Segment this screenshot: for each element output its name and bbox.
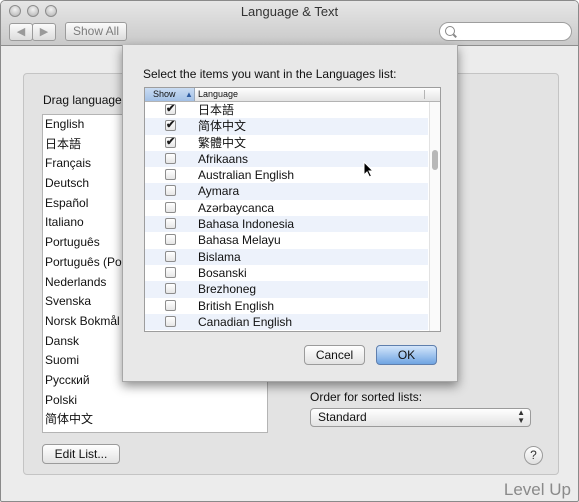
show-all-button[interactable]: Show All [65, 22, 127, 41]
sort-ascending-icon: ▲ [185, 90, 193, 99]
sort-order-value: Standard [318, 410, 367, 424]
table-row[interactable]: Azərbaycanca [145, 200, 428, 216]
show-checkbox[interactable] [165, 218, 176, 230]
table-row[interactable]: ✔ 简体中文 [145, 118, 428, 135]
search-field[interactable] [439, 22, 572, 41]
table-header: Show ▲ Language [145, 88, 440, 102]
language-name: 简体中文 [198, 119, 247, 134]
table-row[interactable]: Canadian English [145, 313, 428, 331]
language-name: Aymara [198, 184, 240, 199]
show-checkbox[interactable] [165, 201, 176, 213]
order-sorted-lists-label: Order for sorted lists: [310, 390, 423, 404]
language-name: Canadian English [198, 314, 293, 329]
table-row[interactable]: Australian English [145, 167, 428, 183]
show-checkbox[interactable] [165, 315, 176, 327]
column-divider [424, 90, 425, 99]
table-row[interactable]: Aymara [145, 183, 428, 200]
sheet-prompt: Select the items you want in the Languag… [143, 67, 397, 81]
show-column-label: Show [153, 89, 176, 99]
table-row[interactable]: Brezhoneg [145, 281, 428, 298]
language-name: Bahasa Melayu [198, 233, 281, 248]
show-checkbox[interactable] [165, 169, 176, 181]
ok-button[interactable]: OK [376, 345, 437, 365]
edit-list-button[interactable]: Edit List... [42, 444, 120, 464]
show-checkbox[interactable]: ✔ [165, 119, 176, 132]
language-name: 日本語 [198, 103, 235, 117]
title-bar: Language & Text ◀ ▶ Show All [1, 1, 578, 46]
language-name: 繁體中文 [198, 135, 247, 150]
preferences-window: Language & Text ◀ ▶ Show All Drag langua… [0, 0, 579, 502]
language-name: Brezhoneg [198, 282, 257, 297]
list-item[interactable]: Polski [43, 391, 267, 411]
watermark-text: Level Up [503, 480, 571, 499]
help-button[interactable]: ? [524, 446, 543, 465]
table-row[interactable]: British English [145, 298, 428, 314]
sort-order-popup[interactable]: Standard ▲ ▼ [310, 408, 531, 427]
table-row[interactable]: Bahasa Melayu [145, 232, 428, 248]
show-checkbox[interactable] [165, 250, 176, 262]
checkmark-icon: ✔ [166, 119, 176, 132]
search-icon [445, 26, 455, 36]
show-checkbox[interactable] [165, 185, 176, 197]
popup-down-arrow: ▼ [517, 416, 525, 425]
language-name: Bosanski [198, 265, 247, 280]
languages-table[interactable]: Show ▲ Language ✔ 日本語 ✔ 简体中文 ✔ 繁體中文 Afrikaans A… [144, 87, 441, 332]
show-checkbox[interactable] [165, 266, 176, 278]
language-name: Australian English [198, 168, 295, 183]
language-name: Afrikaans [198, 151, 249, 166]
show-checkbox[interactable] [165, 283, 176, 295]
table-row[interactable]: Bosanski [145, 265, 428, 281]
table-row[interactable]: ✔ 繁體中文 [145, 135, 428, 151]
edit-languages-sheet: Select the items you want in the Languag… [122, 45, 458, 382]
show-checkbox[interactable]: ✔ [165, 135, 176, 148]
language-name: British English [198, 298, 275, 313]
table-row[interactable]: Afrikaans [145, 150, 428, 168]
table-row[interactable]: ✔ 日本語 [145, 102, 428, 118]
language-name: Bislama [198, 249, 241, 264]
drag-languages-label: Drag language [43, 93, 122, 107]
back-button[interactable]: ◀ [9, 23, 33, 41]
forward-arrow-icon: ▶ [39, 26, 49, 38]
table-body: ✔ 日本語 ✔ 简体中文 ✔ 繁體中文 Afrikaans Australian Englis… [145, 102, 428, 331]
show-checkbox[interactable] [165, 234, 176, 246]
scroll-thumb[interactable] [432, 150, 438, 170]
table-scrollbar[interactable] [429, 102, 440, 331]
show-column-header[interactable]: Show ▲ [145, 88, 195, 101]
checkmark-icon: ✔ [166, 103, 176, 115]
show-checkbox[interactable] [165, 152, 176, 164]
window-title: Language & Text [240, 4, 339, 19]
forward-button[interactable]: ▶ [32, 23, 56, 41]
popup-arrows-icon: ▲ ▼ [517, 409, 525, 425]
show-checkbox[interactable] [165, 299, 176, 311]
back-arrow-icon: ◀ [16, 26, 26, 38]
table-row[interactable]: Bislama [145, 248, 428, 265]
mouse-pointer-icon [363, 161, 374, 178]
cancel-button[interactable]: Cancel [304, 345, 365, 365]
language-column-header[interactable]: Language [198, 88, 238, 101]
list-item[interactable]: 简体中文 [43, 410, 267, 430]
show-checkbox[interactable]: ✔ [165, 104, 176, 115]
language-name: Azərbaycanca [198, 200, 275, 215]
checkmark-icon: ✔ [166, 135, 176, 148]
language-name: Bahasa Indonesia [198, 217, 295, 232]
table-row[interactable]: Bahasa Indonesia [145, 216, 428, 233]
